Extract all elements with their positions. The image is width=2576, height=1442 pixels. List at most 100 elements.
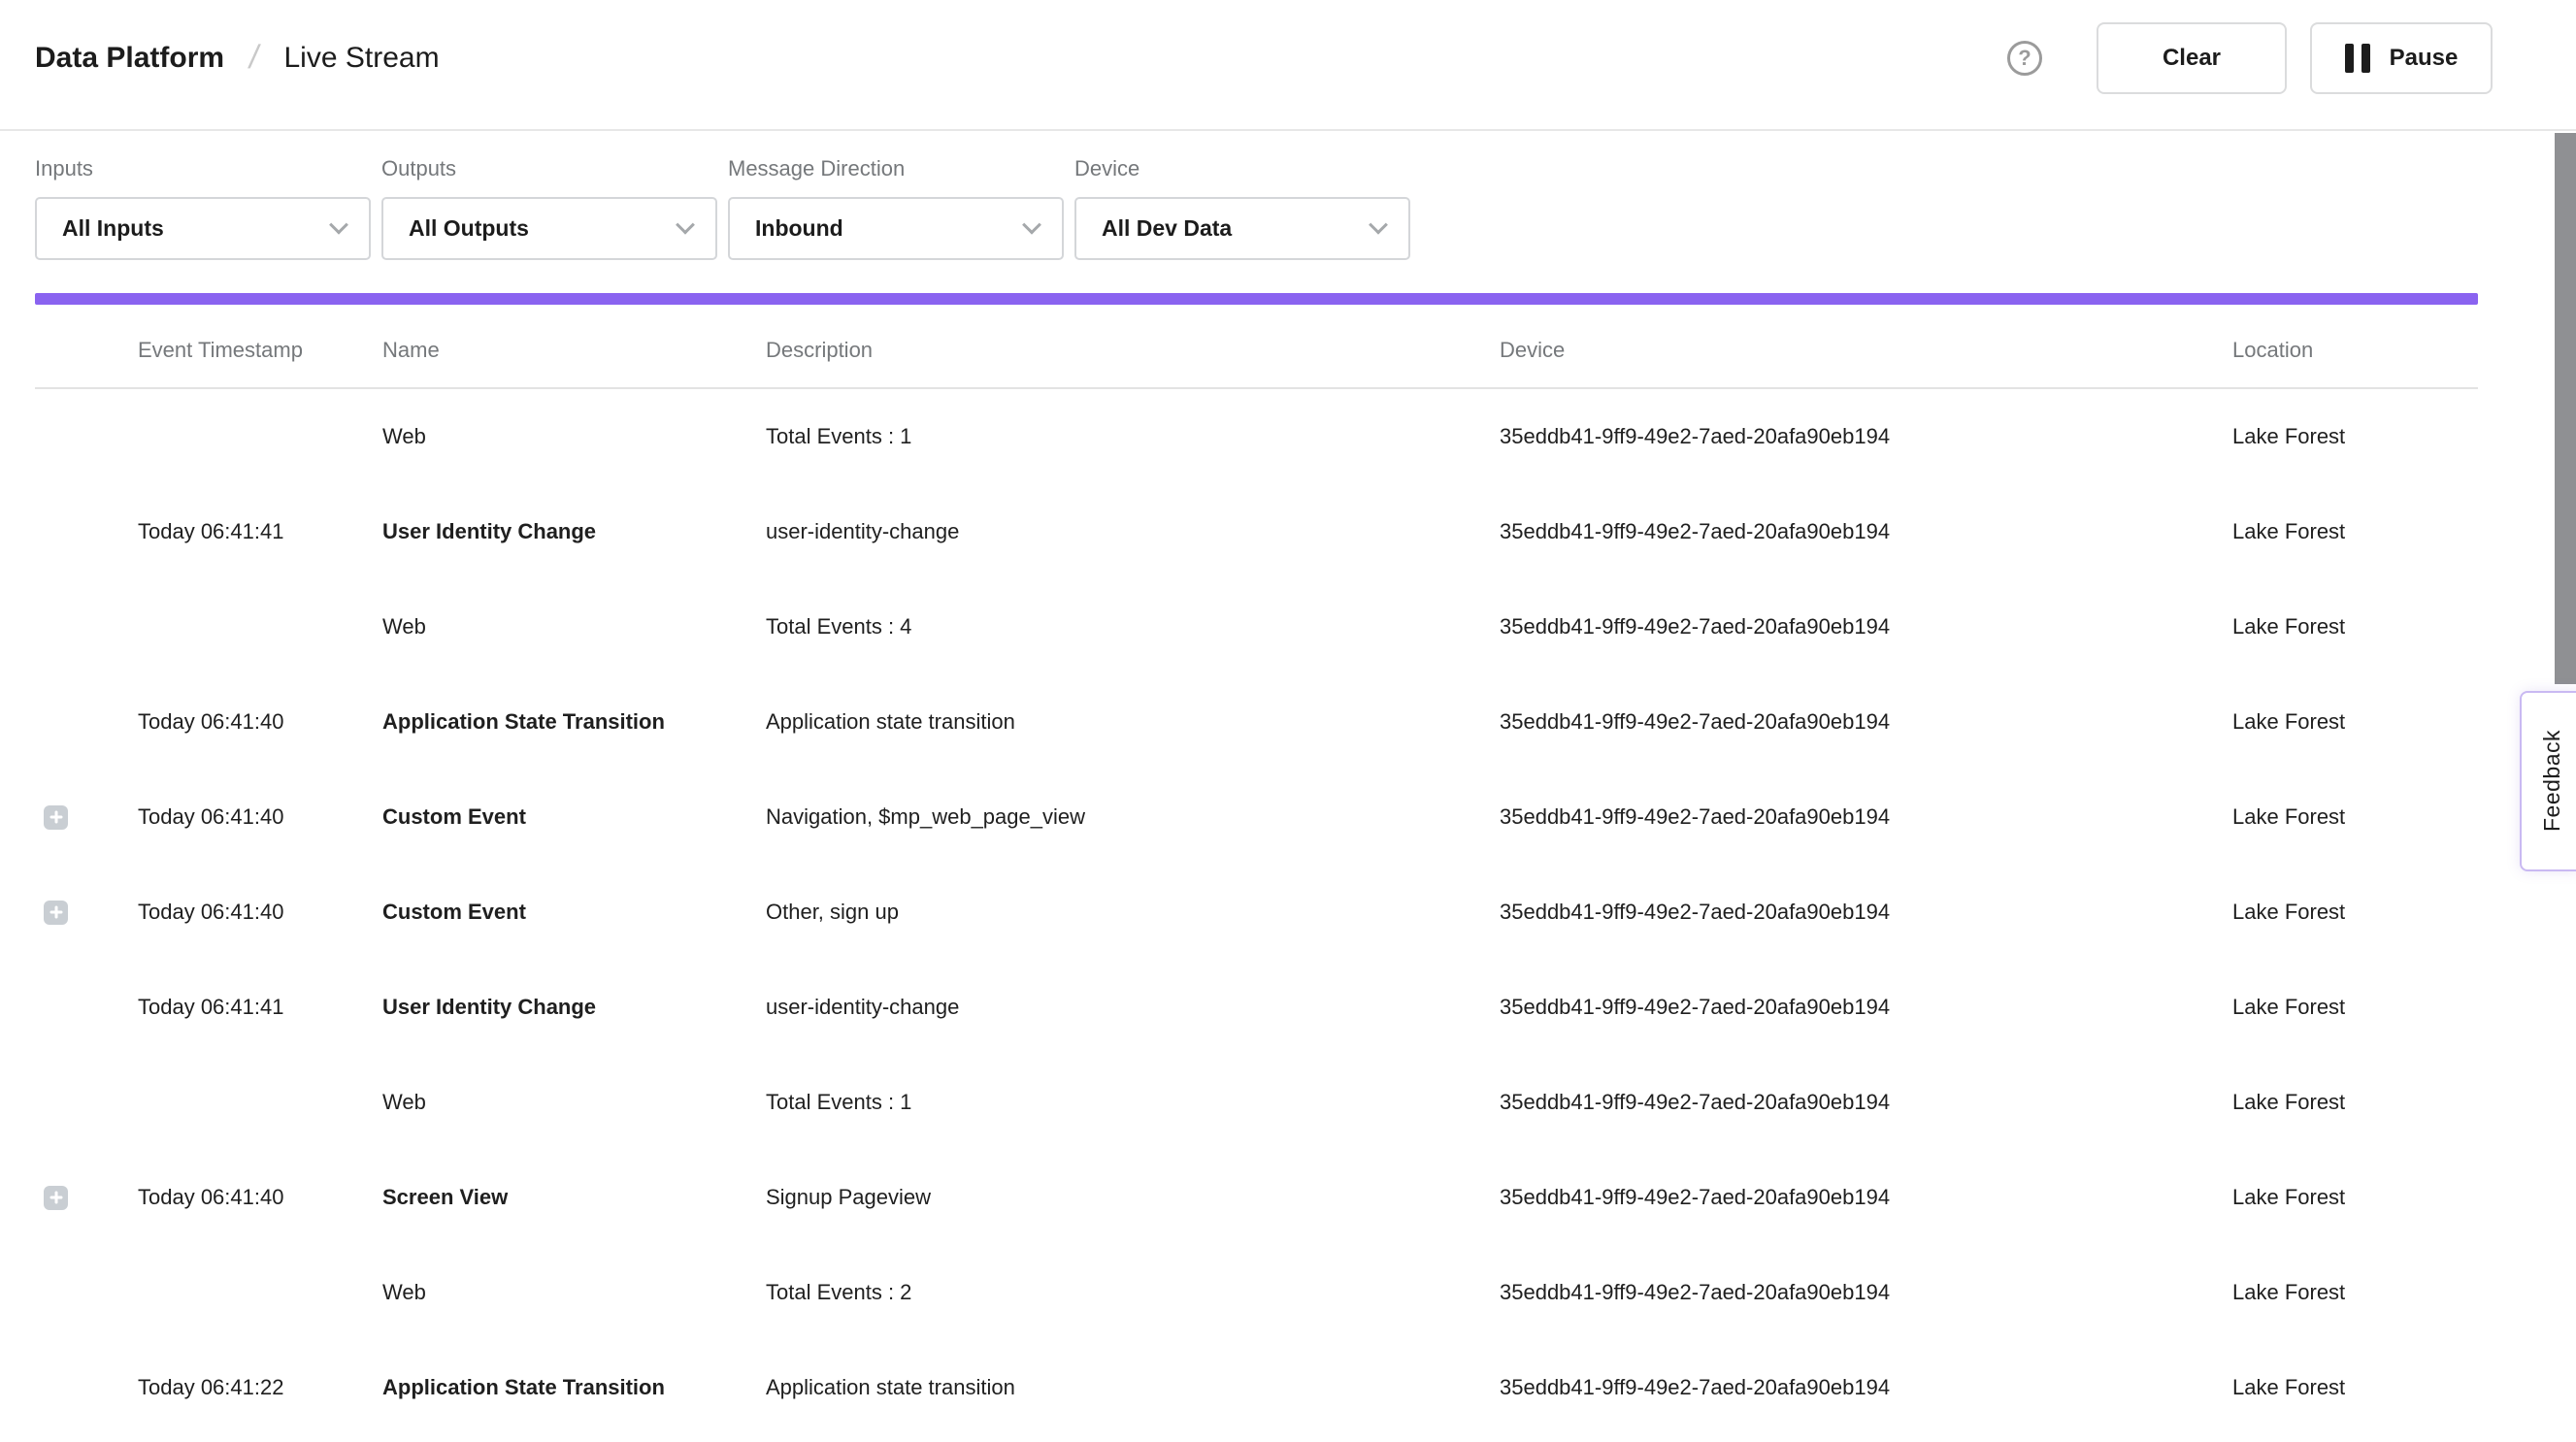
filter-outputs-select[interactable]: All Outputs <box>381 197 717 260</box>
filter-outputs-value: All Outputs <box>409 215 529 242</box>
cell-location: Lake Forest <box>2232 995 2478 1020</box>
cell-name: Application State Transition <box>382 709 766 735</box>
filter-outputs: Outputs All Outputs <box>381 156 717 260</box>
cell-description: Application state transition <box>766 709 1500 735</box>
table-header-row: Event Timestamp Name Description Device … <box>35 305 2478 389</box>
cell-description: user-identity-change <box>766 995 1500 1020</box>
filter-inputs-select[interactable]: All Inputs <box>35 197 371 260</box>
expand-row-button[interactable] <box>44 901 68 925</box>
cell-device: 35eddb41-9ff9-49e2-7aed-20afa90eb194 <box>1500 519 2232 544</box>
cell-description: Other, sign up <box>766 900 1500 925</box>
cell-expander <box>35 901 138 925</box>
table-row[interactable]: WebTotal Events : 135eddb41-9ff9-49e2-7a… <box>35 389 2478 484</box>
cell-name: Application State Transition <box>382 1375 766 1400</box>
column-header-expander <box>35 343 138 350</box>
cell-event-timestamp: Today 06:41:41 <box>138 995 382 1020</box>
cell-name: Web <box>382 1280 766 1305</box>
filter-inputs: Inputs All Inputs <box>35 156 371 260</box>
table-row[interactable]: Today 06:41:40Screen ViewSignup Pageview… <box>35 1150 2478 1245</box>
cell-expander <box>35 805 138 830</box>
table-row[interactable]: Today 06:41:22Application State Transiti… <box>35 1340 2478 1417</box>
pause-button[interactable]: Pause <box>2310 22 2493 94</box>
cell-description: Application state transition <box>766 1375 1500 1400</box>
cell-device: 35eddb41-9ff9-49e2-7aed-20afa90eb194 <box>1500 900 2232 925</box>
cell-name: User Identity Change <box>382 995 766 1020</box>
cell-device: 35eddb41-9ff9-49e2-7aed-20afa90eb194 <box>1500 709 2232 735</box>
filter-inputs-label: Inputs <box>35 156 371 181</box>
vertical-scrollbar-thumb[interactable] <box>2555 133 2576 684</box>
filter-message-direction-value: Inbound <box>755 215 843 242</box>
cell-event-timestamp: Today 06:41:40 <box>138 1185 382 1210</box>
cell-name: User Identity Change <box>382 519 766 544</box>
cell-event-timestamp: Today 06:41:40 <box>138 709 382 735</box>
cell-location: Lake Forest <box>2232 1280 2478 1305</box>
column-header-name: Name <box>382 330 766 363</box>
cell-name: Custom Event <box>382 804 766 830</box>
cell-location: Lake Forest <box>2232 519 2478 544</box>
cell-location: Lake Forest <box>2232 1185 2478 1210</box>
table-row[interactable]: WebTotal Events : 135eddb41-9ff9-49e2-7a… <box>35 1055 2478 1150</box>
cell-event-timestamp: Today 06:41:40 <box>138 900 382 925</box>
filter-inputs-value: All Inputs <box>62 215 164 242</box>
filter-device: Device All Dev Data <box>1074 156 1410 260</box>
cell-description: Total Events : 2 <box>766 1280 1500 1305</box>
help-glyph: ? <box>2018 46 2031 71</box>
cell-description: Signup Pageview <box>766 1185 1500 1210</box>
column-header-event-timestamp: Event Timestamp <box>138 330 382 363</box>
table-row[interactable]: WebTotal Events : 435eddb41-9ff9-49e2-7a… <box>35 579 2478 674</box>
cell-event-timestamp: Today 06:41:40 <box>138 804 382 830</box>
cell-location: Lake Forest <box>2232 1375 2478 1400</box>
expand-row-button[interactable] <box>44 805 68 830</box>
column-header-location: Location <box>2232 330 2478 363</box>
table-row[interactable]: Today 06:41:40Application State Transiti… <box>35 674 2478 770</box>
cell-location: Lake Forest <box>2232 900 2478 925</box>
filters-bar: Inputs All Inputs Outputs All Outputs Me… <box>0 131 2576 260</box>
table-row[interactable]: Today 06:41:41User Identity Changeuser-i… <box>35 484 2478 579</box>
cell-description: Total Events : 4 <box>766 614 1500 639</box>
cell-description: Total Events : 1 <box>766 1090 1500 1115</box>
cell-name: Web <box>382 1090 766 1115</box>
cell-description: Total Events : 1 <box>766 424 1500 449</box>
column-header-device: Device <box>1500 330 2232 363</box>
feedback-tab[interactable]: Feedback <box>2520 691 2576 871</box>
filter-message-direction: Message Direction Inbound <box>728 156 1064 260</box>
chevron-down-icon <box>1022 214 1041 234</box>
breadcrumb-section[interactable]: Data Platform <box>35 42 224 75</box>
feedback-tab-label: Feedback <box>2539 730 2565 832</box>
pause-icon <box>2345 44 2370 73</box>
cell-device: 35eddb41-9ff9-49e2-7aed-20afa90eb194 <box>1500 1090 2232 1115</box>
expand-row-button[interactable] <box>44 1186 68 1210</box>
cell-device: 35eddb41-9ff9-49e2-7aed-20afa90eb194 <box>1500 804 2232 830</box>
table-row[interactable]: Today 06:41:40Custom EventOther, sign up… <box>35 865 2478 960</box>
cell-name: Web <box>382 614 766 639</box>
cell-device: 35eddb41-9ff9-49e2-7aed-20afa90eb194 <box>1500 1375 2232 1400</box>
cell-device: 35eddb41-9ff9-49e2-7aed-20afa90eb194 <box>1500 1280 2232 1305</box>
pause-button-label: Pause <box>2390 45 2459 72</box>
filter-device-label: Device <box>1074 156 1410 181</box>
cell-name: Web <box>382 424 766 449</box>
cell-location: Lake Forest <box>2232 614 2478 639</box>
column-header-description: Description <box>766 330 1500 363</box>
filter-message-direction-select[interactable]: Inbound <box>728 197 1064 260</box>
accent-divider <box>35 293 2478 305</box>
chevron-down-icon <box>1369 214 1388 234</box>
cell-location: Lake Forest <box>2232 1090 2478 1115</box>
chevron-down-icon <box>676 214 695 234</box>
table-row[interactable]: Today 06:41:40Custom EventNavigation, $m… <box>35 770 2478 865</box>
table-row[interactable]: WebTotal Events : 235eddb41-9ff9-49e2-7a… <box>35 1245 2478 1340</box>
table-row[interactable]: Today 06:41:41User Identity Changeuser-i… <box>35 960 2478 1055</box>
breadcrumb-separator: / <box>247 39 262 77</box>
cell-location: Lake Forest <box>2232 709 2478 735</box>
filter-device-value: All Dev Data <box>1102 215 1232 242</box>
cell-name: Custom Event <box>382 900 766 925</box>
cell-device: 35eddb41-9ff9-49e2-7aed-20afa90eb194 <box>1500 1185 2232 1210</box>
cell-event-timestamp: Today 06:41:41 <box>138 519 382 544</box>
header-actions: ? Clear Pause <box>2007 22 2493 94</box>
cell-location: Lake Forest <box>2232 424 2478 449</box>
filter-device-select[interactable]: All Dev Data <box>1074 197 1410 260</box>
clear-button[interactable]: Clear <box>2097 22 2287 94</box>
cell-event-timestamp: Today 06:41:22 <box>138 1375 382 1400</box>
cell-description: user-identity-change <box>766 519 1500 544</box>
help-icon[interactable]: ? <box>2007 41 2042 76</box>
cell-name: Screen View <box>382 1185 766 1210</box>
